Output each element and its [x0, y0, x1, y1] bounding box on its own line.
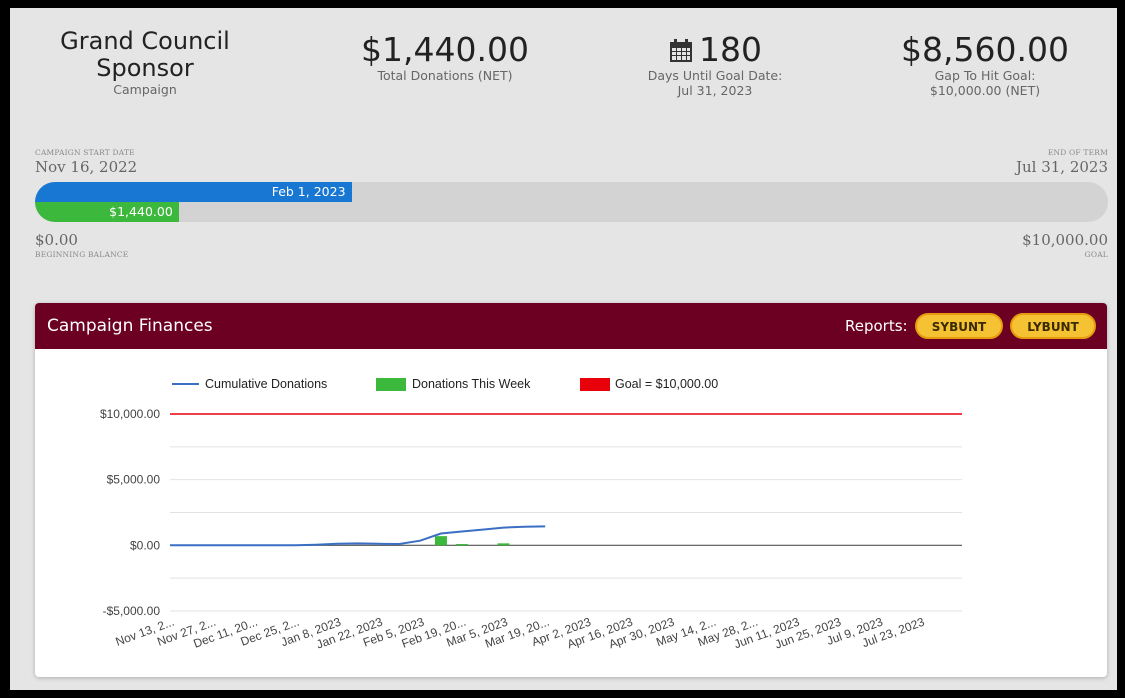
campaign-start-date: Nov 16, 2022: [35, 158, 138, 176]
legend-label-cumulative: Cumulative Donations: [205, 377, 327, 391]
days-until-goal-label: Days Until Goal Date:: [647, 68, 783, 83]
days-until-goal-block: 180 Days Until Goal Date: Jul 31, 2023: [600, 30, 830, 99]
y-tick-label: $5,000.00: [107, 473, 161, 487]
total-donations-block: $1,440.00 Total Donations (NET): [325, 30, 565, 84]
days-until-goal-value: 180: [699, 30, 762, 69]
total-donations-label: Total Donations (NET): [377, 68, 513, 83]
panel-title: Campaign Finances: [47, 316, 213, 336]
legend-label-goal: Goal = $10,000.00: [615, 377, 718, 391]
campaign-finances-chart: Cumulative Donations Donations This Week G…: [100, 377, 962, 652]
gap-to-goal-value: $8,560.00: [901, 30, 1069, 69]
beginning-balance-value: $0.00: [35, 231, 78, 249]
end-of-term-date: Jul 31, 2023: [1015, 158, 1108, 176]
campaign-start-caption: CAMPAIGN START DATE: [35, 148, 135, 157]
legend-label-weekly: Donations This Week: [412, 377, 531, 391]
end-of-term-caption: END OF TERM: [1047, 148, 1108, 157]
y-tick-label: $10,000.00: [100, 407, 160, 421]
campaign-title-block: Grand Council Sponsor Campaign: [40, 27, 250, 98]
sybunt-button[interactable]: SYBUNT: [915, 313, 1003, 339]
goal-amount-value: $10,000.00: [1022, 231, 1108, 249]
cumulative-donations-line: [170, 525, 546, 547]
legend-swatch-goal: [580, 378, 610, 391]
y-tick-label: -$5,000.00: [103, 604, 161, 618]
legend-swatch-weekly: [376, 378, 406, 391]
amount-progress-label: $1,440.00: [109, 204, 173, 219]
campaign-name-line1: Grand Council: [60, 27, 230, 55]
weekly-donation-bar: [434, 536, 447, 546]
weekly-donation-bar: [455, 544, 468, 546]
calendar-icon: [670, 39, 692, 62]
weekly-donation-bar: [497, 543, 510, 546]
campaign-name-line2: Sponsor: [96, 54, 194, 82]
time-progress-bar: Feb 1, 2023: [35, 182, 352, 202]
panel-header: Campaign Finances Reports: SYBUNT LYBUNT: [35, 303, 1107, 349]
goal-date: Jul 31, 2023: [677, 83, 753, 98]
y-tick-label: $0.00: [130, 538, 160, 552]
gap-to-goal-block: $8,560.00 Gap To Hit Goal: $10,000.00 (N…: [860, 30, 1110, 99]
gap-goal-value: $10,000.00 (NET): [929, 83, 1041, 98]
current-date-label: Feb 1, 2023: [271, 184, 346, 199]
campaign-progress-track: Feb 1, 2023 $1,440.00: [35, 182, 1108, 222]
lybunt-button[interactable]: LYBUNT: [1010, 313, 1096, 339]
campaign-label: Campaign: [113, 82, 177, 97]
total-donations-value: $1,440.00: [361, 30, 529, 69]
goal-caption: GOAL: [1084, 250, 1108, 259]
amount-progress-bar: $1,440.00: [35, 202, 179, 222]
beginning-balance-caption: BEGINNING BALANCE: [35, 250, 129, 259]
gap-to-goal-label: Gap To Hit Goal:: [934, 68, 1036, 83]
reports-label: Reports:: [845, 317, 908, 335]
campaign-finances-panel: Campaign Finances Reports: SYBUNT LYBUNT…: [35, 303, 1107, 677]
